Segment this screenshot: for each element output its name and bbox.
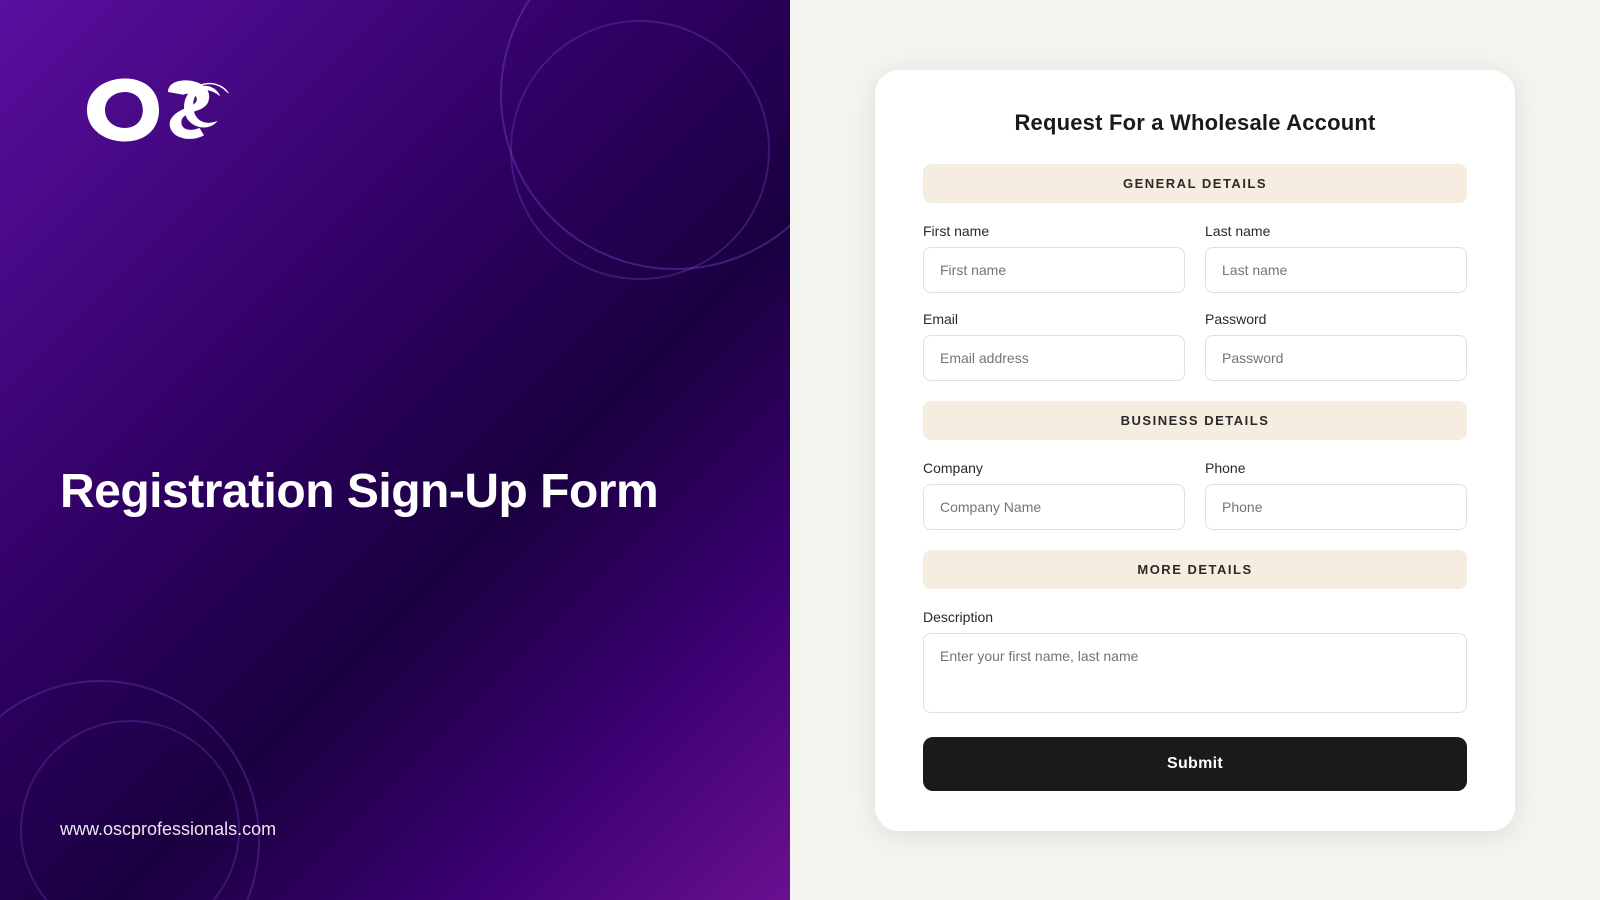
password-group: Password bbox=[1205, 311, 1467, 381]
left-panel: Registration Sign-Up Form www.oscprofess… bbox=[0, 0, 790, 900]
general-details-header: GENERAL DETAILS bbox=[923, 164, 1467, 203]
more-details-header: MORE DETAILS bbox=[923, 550, 1467, 589]
company-group: Company bbox=[923, 460, 1185, 530]
description-group: Description bbox=[923, 609, 1467, 713]
form-title: Request For a Wholesale Account bbox=[923, 110, 1467, 136]
phone-input[interactable] bbox=[1205, 484, 1467, 530]
company-phone-row: Company Phone bbox=[923, 460, 1467, 530]
first-name-label: First name bbox=[923, 223, 1185, 239]
submit-button[interactable]: Submit bbox=[923, 737, 1467, 791]
description-input[interactable] bbox=[923, 633, 1467, 713]
password-input[interactable] bbox=[1205, 335, 1467, 381]
logo-svg bbox=[60, 60, 240, 160]
phone-label: Phone bbox=[1205, 460, 1467, 476]
password-label: Password bbox=[1205, 311, 1467, 327]
name-row: First name Last name bbox=[923, 223, 1467, 293]
right-panel: Request For a Wholesale Account GENERAL … bbox=[790, 0, 1600, 900]
description-label: Description bbox=[923, 609, 1467, 625]
form-card: Request For a Wholesale Account GENERAL … bbox=[875, 70, 1515, 831]
business-details-header: BUSINESS DETAILS bbox=[923, 401, 1467, 440]
email-group: Email bbox=[923, 311, 1185, 381]
email-input[interactable] bbox=[923, 335, 1185, 381]
company-label: Company bbox=[923, 460, 1185, 476]
last-name-input[interactable] bbox=[1205, 247, 1467, 293]
phone-group: Phone bbox=[1205, 460, 1467, 530]
tagline-text: Registration Sign-Up Form bbox=[60, 463, 730, 521]
first-name-group: First name bbox=[923, 223, 1185, 293]
first-name-input[interactable] bbox=[923, 247, 1185, 293]
company-input[interactable] bbox=[923, 484, 1185, 530]
email-password-row: Email Password bbox=[923, 311, 1467, 381]
last-name-group: Last name bbox=[1205, 223, 1467, 293]
last-name-label: Last name bbox=[1205, 223, 1467, 239]
logo bbox=[60, 60, 730, 165]
website-url: www.oscprofessionals.com bbox=[60, 819, 730, 840]
email-label: Email bbox=[923, 311, 1185, 327]
left-middle-content: Registration Sign-Up Form bbox=[60, 463, 730, 521]
